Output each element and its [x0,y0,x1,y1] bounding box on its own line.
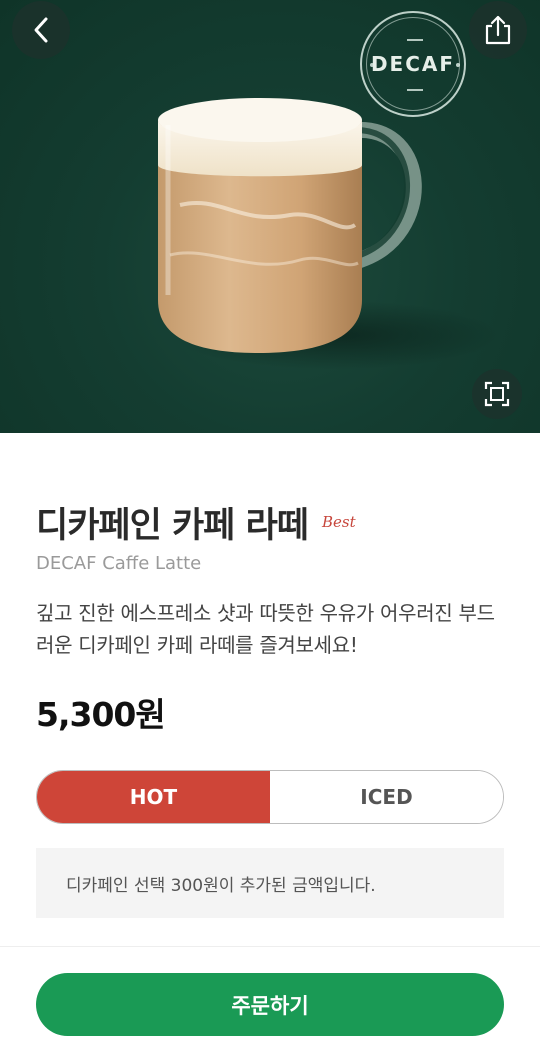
decaf-badge-line [407,39,423,41]
chevron-left-icon [34,17,48,43]
decaf-badge-dot [456,63,460,67]
decaf-badge-line [407,89,423,91]
product-price: 5,300원 [36,695,166,734]
hot-option[interactable]: HOT [37,771,270,823]
product-name: 디카페인 카페 라떼 [36,506,309,546]
decaf-badge: DECAF [360,11,466,117]
expand-icon [484,381,510,407]
decaf-price-notice: 디카페인 선택 300원이 추가된 금액입니다. [36,848,504,918]
back-button[interactable] [12,1,70,59]
product-english-name: DECAF Caffe Latte [36,553,202,574]
best-tag: Best [321,513,356,531]
share-icon [485,15,511,45]
bottom-divider [0,946,540,947]
temperature-toggle: HOT ICED [36,770,504,824]
order-button[interactable]: 주문하기 [36,973,504,1036]
product-hero-image: DECAF [0,0,540,433]
share-button[interactable] [469,1,527,59]
product-title-row: 디카페인 카페 라떼 Best [36,503,356,549]
expand-image-button[interactable] [472,369,522,419]
decaf-badge-text: DECAF [370,52,456,76]
iced-option[interactable]: ICED [270,771,503,823]
product-description: 깊고 진한 에스프레소 샷과 따뜻한 우유가 어우러진 부드러운 디카페인 카페… [36,601,495,657]
notice-text: 디카페인 선택 300원이 추가된 금액입니다. [66,875,376,896]
latte-mug-image [158,98,422,353]
